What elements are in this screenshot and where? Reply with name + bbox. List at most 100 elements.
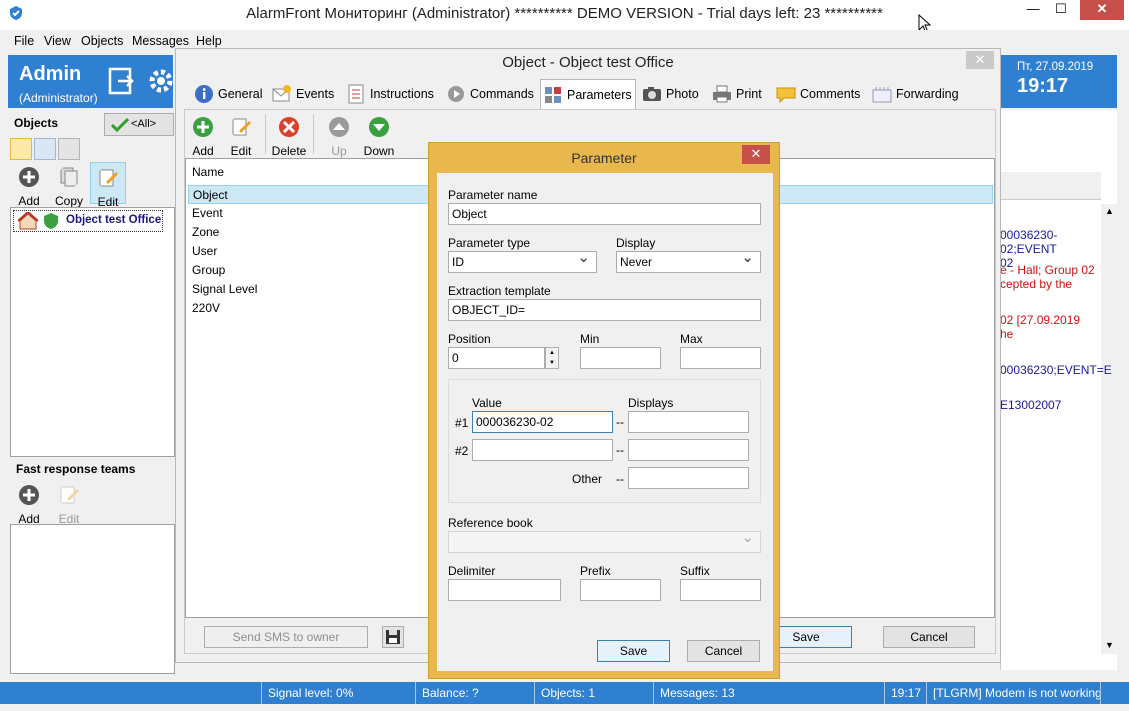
event-row-2[interactable]: e - Hall; Group 02 cepted by the bbox=[1000, 263, 1100, 291]
edit-parameter-button[interactable]: Edit bbox=[227, 116, 255, 158]
tab-label: Parameters bbox=[567, 88, 632, 102]
value2-input[interactable] bbox=[472, 439, 613, 461]
tab-photo[interactable]: Photo bbox=[640, 79, 704, 109]
send-sms-button[interactable]: Send SMS to owner bbox=[204, 626, 368, 648]
menu-file[interactable]: File bbox=[14, 34, 34, 48]
menu-objects[interactable]: Objects bbox=[81, 34, 123, 48]
suffix-input[interactable] bbox=[680, 579, 761, 601]
displays-column-label: Displays bbox=[628, 396, 674, 410]
extraction-template-input[interactable]: OBJECT_ID= bbox=[448, 299, 761, 321]
tab-print[interactable]: Print bbox=[710, 79, 768, 109]
reference-book-label: Reference book bbox=[448, 516, 533, 530]
tab-label: Print bbox=[736, 87, 762, 101]
close-window-button[interactable]: ✕ bbox=[1080, 0, 1124, 20]
logout-icon[interactable] bbox=[108, 67, 136, 95]
user-role: (Administrator) bbox=[19, 91, 98, 105]
events-panel: ▲ ▼ bbox=[1000, 110, 1118, 670]
delete-parameter-button[interactable]: Delete bbox=[271, 116, 307, 158]
parameter-cancel-button[interactable]: Cancel bbox=[687, 640, 760, 662]
add-icon bbox=[19, 167, 39, 187]
binoculars-icon[interactable] bbox=[58, 138, 80, 160]
event-text: 00036230-02;EVENT bbox=[1000, 228, 1058, 256]
maximize-button[interactable]: ☐ bbox=[1044, 0, 1078, 20]
value1-input[interactable]: 000036230-02 bbox=[472, 411, 613, 433]
min-input[interactable] bbox=[580, 347, 661, 369]
delimiter-input[interactable] bbox=[448, 579, 561, 601]
save-disk-button[interactable] bbox=[382, 626, 404, 648]
alarm-filter-icon[interactable] bbox=[10, 138, 32, 160]
scroll-down-icon[interactable]: ▼ bbox=[1105, 640, 1114, 650]
prefix-input[interactable] bbox=[580, 579, 661, 601]
edit-icon bbox=[232, 118, 251, 136]
other-display-input[interactable] bbox=[628, 467, 749, 489]
window-title: AlarmFront Мониторинг (Administrator) **… bbox=[246, 5, 883, 22]
event-row-5[interactable]: E13002007 bbox=[1000, 398, 1100, 412]
event-row-4[interactable]: 00036230;EVENT=E bbox=[1000, 363, 1112, 377]
display-select[interactable]: Never bbox=[616, 248, 761, 273]
add-object-button[interactable]: Add bbox=[14, 166, 44, 208]
display1-input[interactable] bbox=[628, 411, 749, 433]
menu-messages[interactable]: Messages bbox=[132, 34, 189, 48]
user-header: Admin (Administrator) bbox=[8, 55, 173, 108]
network-filter-icon[interactable] bbox=[34, 138, 56, 160]
add-object-label: Add bbox=[18, 194, 40, 208]
prefix-label: Prefix bbox=[580, 564, 611, 578]
window-titlebar: AlarmFront Мониторинг (Administrator) **… bbox=[0, 0, 1129, 34]
tab-general[interactable]: General bbox=[192, 79, 264, 109]
house-icon bbox=[18, 212, 38, 230]
tab-label: Instructions bbox=[370, 87, 434, 101]
stepper-up-icon[interactable]: ▲ bbox=[546, 348, 558, 358]
event-text: 00036230;EVENT=E bbox=[1000, 363, 1112, 377]
move-up-button[interactable]: Up bbox=[325, 116, 353, 158]
move-up-label: Up bbox=[331, 144, 347, 158]
tab-label: Events bbox=[296, 87, 335, 101]
delimiter-label: Delimiter bbox=[448, 564, 496, 578]
tab-comments[interactable]: Comments bbox=[774, 79, 862, 109]
tab-instructions[interactable]: Instructions bbox=[344, 79, 440, 109]
status-signal: Signal level: 0% bbox=[262, 682, 416, 704]
objects-label: Objects bbox=[14, 116, 59, 130]
parameter-dialog-close-button[interactable]: ✕ bbox=[742, 145, 770, 164]
arrow-up-icon bbox=[329, 117, 349, 137]
object-dialog-close-button[interactable]: ✕ bbox=[966, 51, 994, 69]
display2-input[interactable] bbox=[628, 439, 749, 461]
menu-view[interactable]: View bbox=[44, 34, 71, 48]
floppy-disk-icon bbox=[386, 630, 400, 644]
scroll-up-icon[interactable]: ▲ bbox=[1105, 206, 1114, 216]
copy-object-button[interactable]: Copy bbox=[52, 166, 86, 208]
toolbar-divider bbox=[265, 114, 266, 154]
settings-gear-icon[interactable] bbox=[148, 67, 174, 95]
parameter-dialog: Parameter ✕ Parameter name Object Parame… bbox=[428, 142, 780, 679]
check-icon bbox=[111, 117, 129, 132]
edit-team-button[interactable]: Edit bbox=[52, 484, 86, 526]
current-date: Пт, 27.09.2019 bbox=[1017, 61, 1094, 73]
tree-item-label: Object test Office bbox=[66, 214, 162, 226]
parameter-name-input[interactable]: Object bbox=[448, 203, 761, 225]
position-stepper[interactable]: ▲ ▼ bbox=[545, 347, 559, 369]
move-down-button[interactable]: Down bbox=[361, 116, 397, 158]
edit-object-button[interactable]: Edit bbox=[90, 162, 126, 209]
max-input[interactable] bbox=[680, 347, 761, 369]
stepper-down-icon[interactable]: ▼ bbox=[546, 358, 558, 368]
object-cancel-button[interactable]: Cancel bbox=[883, 626, 975, 648]
add-team-button[interactable]: Add bbox=[14, 484, 44, 526]
parameter-type-select[interactable]: ID bbox=[448, 248, 597, 273]
add-parameter-button[interactable]: Add bbox=[189, 116, 217, 158]
tree-item-object[interactable]: Object test Office bbox=[13, 210, 163, 232]
position-input[interactable]: 0 bbox=[448, 347, 545, 369]
events-scrollbar[interactable]: ▲ ▼ bbox=[1101, 204, 1118, 654]
status-empty bbox=[6, 682, 262, 704]
edit-parameter-label: Edit bbox=[230, 144, 252, 158]
menu-help[interactable]: Help bbox=[196, 34, 222, 48]
parameter-save-button[interactable]: Save bbox=[597, 640, 670, 662]
filter-all-button[interactable]: <All> bbox=[104, 113, 174, 136]
tab-parameters[interactable]: Parameters bbox=[540, 79, 636, 109]
tab-label: Comments bbox=[800, 87, 861, 101]
tab-events[interactable]: Events bbox=[270, 79, 338, 109]
copy-icon bbox=[60, 167, 78, 187]
reference-book-select[interactable] bbox=[448, 528, 761, 553]
tab-commands[interactable]: Commands bbox=[444, 79, 538, 109]
event-row-3[interactable]: 02 [27.09.2019 he bbox=[1000, 313, 1100, 341]
objects-tree: Object test Office bbox=[10, 207, 175, 457]
tab-forwarding[interactable]: Forwarding bbox=[870, 79, 966, 109]
